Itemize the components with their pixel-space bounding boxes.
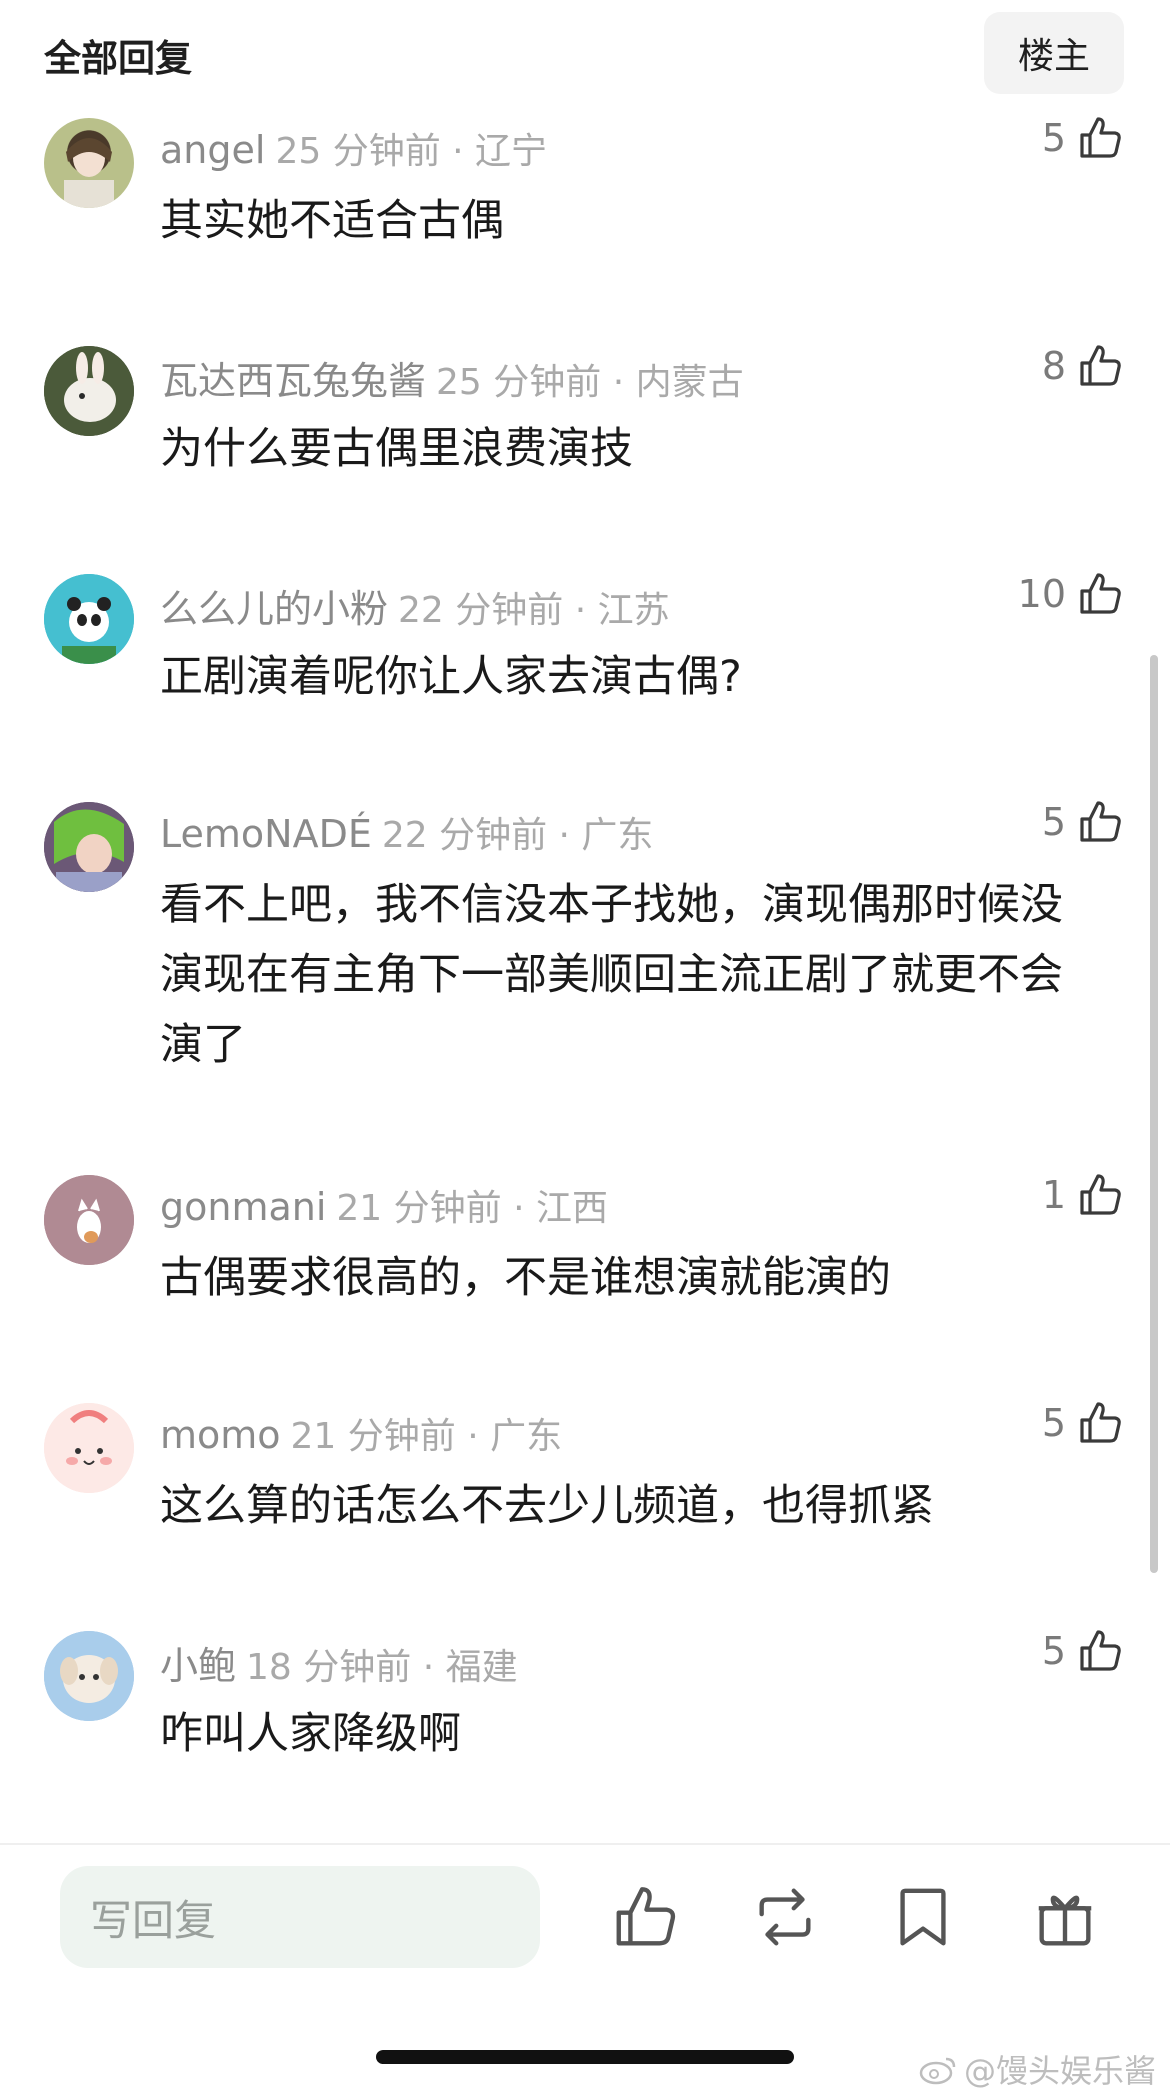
comment-meta: 瓦达西瓦兔兔酱 25 分钟前 · 内蒙古	[160, 350, 744, 405]
thumbs-up-icon[interactable]	[610, 1882, 680, 1952]
home-indicator	[376, 2050, 794, 2064]
avatar[interactable]	[44, 574, 134, 664]
avatar[interactable]	[44, 1403, 134, 1493]
comment-meta: gonmani 21 分钟前 · 江西	[160, 1179, 608, 1231]
like-count: 8	[1041, 344, 1066, 388]
avatar[interactable]	[44, 1175, 134, 1265]
comment-time-location: 21 分钟前 · 广东	[290, 1416, 563, 1457]
username[interactable]: angel	[160, 128, 265, 172]
host-only-button[interactable]: 楼主	[984, 12, 1124, 94]
avatar[interactable]	[44, 346, 134, 436]
like-button[interactable]: 5	[1042, 1399, 1124, 1447]
like-button[interactable]: 5	[1042, 114, 1124, 162]
like-count: 5	[1041, 1629, 1066, 1673]
avatar-image-icon	[44, 346, 134, 436]
avatar-image-icon	[44, 1175, 134, 1265]
comment-text: 正剧演着呢你让人家去演古偶?	[160, 652, 742, 702]
comment-time-location: 22 分钟前 · 广东	[381, 815, 654, 856]
username[interactable]: momo	[160, 1413, 281, 1457]
like-count: 10	[1017, 572, 1066, 616]
comment-meta: 小鲍 18 分钟前 · 福建	[160, 1635, 518, 1690]
like-button[interactable]: 5	[1042, 798, 1124, 846]
thumbs-up-icon	[1080, 117, 1121, 158]
comment-time-location: 25 分钟前 · 辽宁	[275, 131, 548, 172]
username[interactable]: 么么儿的小粉	[160, 587, 388, 631]
comment-time-location: 21 分钟前 · 江西	[336, 1188, 608, 1229]
avatar[interactable]	[44, 802, 134, 892]
like-button[interactable]: 5	[1042, 1627, 1124, 1675]
avatar[interactable]	[44, 1631, 134, 1721]
page-title: 全部回复	[44, 37, 192, 80]
avatar-image-icon	[44, 1631, 134, 1721]
avatar-image-icon	[44, 802, 134, 892]
reply-input[interactable]: 写回复	[60, 1866, 540, 1968]
username[interactable]: gonmani	[160, 1185, 326, 1229]
like-button[interactable]: 8	[1042, 342, 1124, 390]
like-count: 1	[1041, 1173, 1066, 1217]
thumbs-up-icon	[1080, 1630, 1121, 1671]
like-count: 5	[1041, 116, 1066, 160]
thumbs-up-icon	[1080, 573, 1121, 614]
comment-meta: LemoNADÉ 22 分钟前 · 广东	[160, 806, 653, 858]
gift-icon[interactable]	[1030, 1882, 1100, 1952]
header: 全部回复 楼主	[0, 0, 1170, 110]
comment-text: 古偶要求很高的，不是谁想演就能演的	[160, 1253, 891, 1303]
thumbs-up-icon	[1080, 1174, 1121, 1215]
comment-meta: angel 25 分钟前 · 辽宁	[160, 122, 547, 174]
like-count: 5	[1041, 1401, 1066, 1445]
like-count: 5	[1041, 800, 1066, 844]
comment-time-location: 25 分钟前 · 内蒙古	[436, 362, 744, 403]
username[interactable]: 瓦达西瓦兔兔酱	[160, 359, 426, 403]
comment-text: 其实她不适合古偶	[160, 196, 504, 246]
divider	[0, 1843, 1170, 1845]
thumbs-up-icon	[1080, 345, 1121, 386]
like-button[interactable]: 1	[1042, 1171, 1124, 1219]
scrollbar[interactable]	[1150, 655, 1158, 1573]
like-button[interactable]: 10	[1018, 570, 1124, 618]
thumbs-up-icon	[1080, 1402, 1121, 1443]
comment-time-location: 18 分钟前 · 福建	[246, 1647, 518, 1688]
username[interactable]: LemoNADÉ	[160, 812, 372, 856]
comment-time-location: 22 分钟前 · 江苏	[398, 590, 670, 631]
username[interactable]: 小鲍	[160, 1644, 236, 1688]
watermark: @馒头娱乐酱	[918, 2046, 1156, 2092]
avatar-image-icon	[44, 1403, 134, 1493]
comment-text: 为什么要古偶里浪费演技	[160, 424, 633, 474]
comment-text: 咋叫人家降级啊	[160, 1709, 461, 1759]
bookmark-icon[interactable]	[888, 1882, 958, 1952]
avatar[interactable]	[44, 118, 134, 208]
repost-icon[interactable]	[750, 1882, 820, 1952]
comment-meta: momo 21 分钟前 · 广东	[160, 1407, 562, 1459]
thumbs-up-icon	[1080, 801, 1121, 842]
comment-text: 这么算的话怎么不去少儿频道，也得抓紧	[160, 1481, 934, 1531]
watermark-text: @馒头娱乐酱	[963, 2052, 1156, 2090]
weibo-logo-icon	[919, 2057, 956, 2085]
avatar-image-icon	[64, 138, 114, 208]
comment-text: 看不上吧，我不信没本子找她，演现偶那时候没演现在有主角下一部美顺回主流正剧了就更…	[160, 880, 1063, 1070]
comment-meta: 么么儿的小粉 22 分钟前 · 江苏	[160, 578, 670, 633]
avatar-image-icon	[44, 574, 134, 664]
